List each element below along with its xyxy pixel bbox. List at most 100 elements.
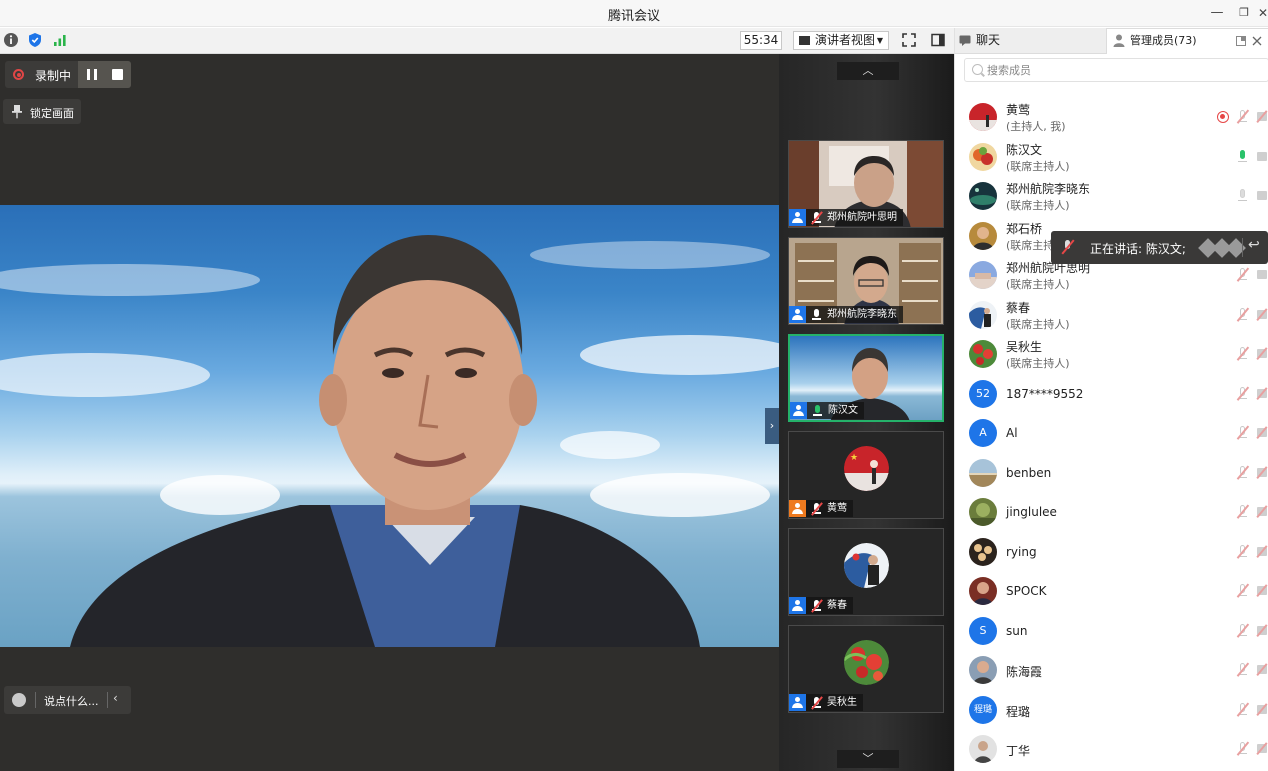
- member-name: rying: [1006, 545, 1037, 559]
- camera-off-icon[interactable]: [1256, 466, 1268, 479]
- camera-off-icon[interactable]: [1256, 545, 1268, 558]
- member-row[interactable]: 52 187****9552: [955, 376, 1268, 414]
- mic-active-icon[interactable]: [1236, 149, 1249, 165]
- fullscreen-icon[interactable]: [901, 32, 917, 48]
- avatar: [969, 143, 997, 171]
- member-row[interactable]: 吴秋生 (联席主持人): [955, 336, 1268, 374]
- recording-label: 录制中: [35, 69, 72, 83]
- mic-muted-icon[interactable]: [1236, 386, 1249, 402]
- mic-muted-icon[interactable]: [1236, 741, 1249, 757]
- meeting-timer: 55:34: [740, 31, 782, 50]
- member-row[interactable]: A Al: [955, 415, 1268, 453]
- members-icon: [1113, 34, 1125, 47]
- camera-off-icon[interactable]: [1256, 347, 1268, 360]
- gallery-scroll-up-button[interactable]: ︿: [837, 62, 899, 80]
- chevron-left-icon[interactable]: ‹: [113, 691, 118, 705]
- member-row[interactable]: 黄莺 (主持人, 我): [955, 99, 1268, 137]
- network-signal-icon[interactable]: [52, 32, 68, 48]
- security-shield-icon[interactable]: [27, 32, 43, 48]
- mic-muted-icon[interactable]: [1236, 307, 1249, 323]
- user-icon: [789, 694, 806, 711]
- pin-icon: [12, 105, 22, 119]
- camera-off-icon[interactable]: [1256, 703, 1268, 716]
- video-tile-active-speaker[interactable]: 陈汉文: [788, 334, 944, 422]
- member-row[interactable]: 丁华: [955, 731, 1268, 769]
- stop-recording-button[interactable]: [112, 69, 123, 80]
- collapse-arrow-icon[interactable]: ↩: [1248, 237, 1260, 253]
- camera-off-icon[interactable]: [1256, 308, 1268, 321]
- close-panel-icon[interactable]: [1252, 36, 1262, 46]
- member-row[interactable]: benben: [955, 455, 1268, 493]
- popout-icon[interactable]: [1236, 36, 1246, 46]
- close-button[interactable]: ✕: [1258, 4, 1268, 22]
- camera-off-icon[interactable]: [1256, 663, 1268, 676]
- view-mode-dropdown[interactable]: 演讲者视图 ▼: [793, 31, 889, 50]
- lock-screen-button[interactable]: 锁定画面: [3, 99, 81, 124]
- mic-muted-icon[interactable]: [1236, 702, 1249, 718]
- video-tile[interactable]: 郑州航院叶思明: [788, 140, 944, 228]
- camera-off-icon[interactable]: [1256, 624, 1268, 637]
- member-row[interactable]: 蔡春 (联席主持人): [955, 297, 1268, 335]
- avatar: [969, 498, 997, 526]
- video-tile[interactable]: 郑州航院李晓东: [788, 237, 944, 325]
- chat-input-bar[interactable]: 说点什么... ‹: [4, 686, 131, 714]
- camera-icon[interactable]: [1257, 270, 1267, 279]
- mic-muted-icon[interactable]: [1236, 425, 1249, 441]
- mic-muted-icon[interactable]: [1236, 544, 1249, 560]
- mic-icon[interactable]: [1236, 188, 1249, 204]
- member-row[interactable]: 陈海霞: [955, 652, 1268, 690]
- mic-muted-icon: [810, 500, 824, 517]
- member-name: 陈海霞: [1006, 665, 1043, 679]
- member-row[interactable]: 陈汉文 (联席主持人): [955, 139, 1268, 177]
- member-row[interactable]: 郑州航院李晓东 (联席主持人): [955, 178, 1268, 216]
- gallery-scroll-down-button[interactable]: ﹀: [837, 750, 899, 768]
- mic-muted-icon[interactable]: [1236, 267, 1249, 283]
- mic-muted-icon[interactable]: [1236, 504, 1249, 520]
- pause-recording-button[interactable]: [87, 69, 99, 80]
- member-name: benben: [1006, 466, 1052, 480]
- camera-icon[interactable]: [1257, 152, 1267, 161]
- camera-off-icon[interactable]: [1256, 505, 1268, 518]
- collapse-gallery-button[interactable]: ›: [765, 408, 779, 444]
- tile-name: 吴秋生: [827, 697, 857, 708]
- camera-off-icon[interactable]: [1256, 387, 1268, 400]
- member-name: 郑州航院李晓东: [1006, 182, 1091, 196]
- restore-button[interactable]: ❐: [1235, 4, 1253, 22]
- tab-members[interactable]: 管理成员(73): [1106, 28, 1268, 54]
- search-icon: [972, 64, 983, 75]
- video-tile[interactable]: 蔡春: [788, 528, 944, 616]
- minimize-button[interactable]: —: [1208, 4, 1226, 22]
- mic-muted-icon[interactable]: [1236, 109, 1249, 125]
- member-row[interactable]: jinglulee: [955, 494, 1268, 532]
- member-row[interactable]: 程璐 程璐: [955, 692, 1268, 730]
- speaker-view-icon: [799, 36, 810, 45]
- member-name: 陈汉文: [1006, 143, 1043, 157]
- camera-off-icon[interactable]: [1256, 584, 1268, 597]
- sidebar-toggle-icon[interactable]: [930, 32, 946, 48]
- mic-muted-icon[interactable]: [1236, 465, 1249, 481]
- tab-chat[interactable]: 聊天: [955, 28, 1106, 54]
- camera-off-icon[interactable]: [1256, 742, 1268, 755]
- host-user-icon: [789, 500, 806, 517]
- mic-muted-icon[interactable]: [1236, 346, 1249, 362]
- member-search-input[interactable]: [987, 62, 1257, 78]
- member-row[interactable]: SPOCK: [955, 573, 1268, 611]
- mic-muted-icon[interactable]: [1236, 583, 1249, 599]
- mic-muted-icon[interactable]: [1236, 662, 1249, 678]
- video-tile[interactable]: ★ 黄莺: [788, 431, 944, 519]
- member-search-box[interactable]: [964, 58, 1268, 82]
- member-row[interactable]: S sun: [955, 613, 1268, 651]
- info-icon[interactable]: [3, 32, 19, 48]
- emoji-icon[interactable]: [12, 693, 26, 707]
- video-tile[interactable]: 吴秋生: [788, 625, 944, 713]
- mic-muted-icon[interactable]: [1236, 623, 1249, 639]
- camera-off-icon[interactable]: [1256, 426, 1268, 439]
- recording-indicator: 录制中: [5, 61, 131, 88]
- member-row[interactable]: rying: [955, 534, 1268, 572]
- tile-label: 郑州航院叶思明: [789, 209, 903, 226]
- camera-icon[interactable]: [1257, 191, 1267, 200]
- chat-input-placeholder[interactable]: 说点什么...: [44, 693, 99, 709]
- camera-off-icon[interactable]: [1256, 110, 1268, 123]
- tile-label: 吴秋生: [789, 694, 863, 711]
- member-name: 程璐: [1006, 705, 1031, 719]
